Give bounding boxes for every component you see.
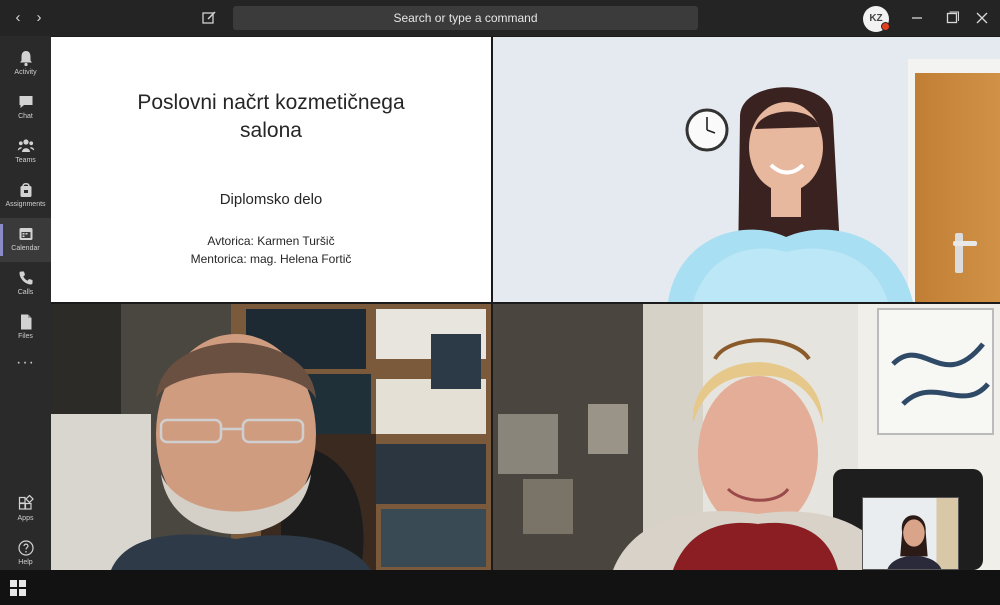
taskbar [0,570,1000,605]
rail-item-chat[interactable]: Chat [0,86,51,130]
close-icon [976,12,988,24]
close-button[interactable] [973,8,991,28]
assignments-icon [20,182,31,197]
rail-item-label: Activity [14,69,37,76]
ellipsis-icon: ··· [16,354,35,371]
video-frame [51,304,491,570]
help-icon [17,540,34,556]
rail-item-label: Apps [17,515,34,522]
maximize-button[interactable] [943,8,961,28]
participant-video-man[interactable] [51,304,491,570]
slide-title: Poslovni načrt kozmetičnega salona [71,89,471,145]
phone-icon [18,271,32,285]
compose-button[interactable] [200,8,218,28]
teams-window: ‹ › Search or type a command KZ Activity [0,0,1000,605]
rail-item-label: Calls [17,289,34,296]
compose-icon [202,11,216,24]
minimize-button[interactable] [908,8,926,28]
rail-item-label: Chat [18,113,33,120]
rail-item-assignments[interactable]: Assignments [0,174,51,218]
slide-title-line-1: Poslovni načrt kozmetičnega [137,91,405,114]
participant-video-woman[interactable] [493,37,1000,302]
shared-presentation-slide[interactable]: Poslovni načrt kozmetičnega salona Diplo… [51,37,491,302]
chevron-left-icon: ‹ [15,9,21,26]
video-frame [493,37,1000,302]
chat-icon [19,96,32,108]
start-button[interactable] [10,580,26,596]
file-icon [20,314,31,330]
app-rail: Activity Chat Teams Assignments Calendar… [0,36,51,570]
slide-subtitle: Diplomsko delo [219,191,323,208]
title-bar: ‹ › Search or type a command KZ [0,0,1000,36]
rail-item-teams[interactable]: Teams [0,130,51,174]
windows-logo-icon [10,580,26,596]
calendar-icon [19,228,32,240]
chevron-right-icon: › [36,9,42,26]
rail-item-activity[interactable]: Activity [0,42,51,86]
video-frame [863,498,958,569]
apps-icon [18,495,34,510]
rail-item-label: Help [18,559,33,566]
rail-item-calendar[interactable]: Calendar [0,218,51,262]
rail-item-apps[interactable]: Apps [0,488,51,532]
maximize-icon [946,11,959,24]
self-view-video[interactable] [862,497,959,570]
more-apps-button[interactable]: ··· [0,354,51,372]
rail-item-label: Calendar [11,245,40,252]
rail-item-label: Teams [15,157,36,164]
slide-author: Avtorica: Karmen Turšič [207,234,335,248]
bell-icon [19,51,32,67]
rail-item-label: Assignments [5,201,46,208]
teams-icon [17,139,34,152]
rail-item-calls[interactable]: Calls [0,262,51,306]
rail-item-label: Files [18,333,33,340]
minimize-icon [912,17,922,19]
slide-title-line-2: salona [240,119,302,142]
search-input[interactable]: Search or type a command [233,6,698,30]
rail-item-files[interactable]: Files [0,306,51,350]
slide-mentor: Mentorica: mag. Helena Fortič [190,252,352,266]
status-badge [881,22,890,31]
forward-button[interactable]: › [30,8,48,28]
back-button[interactable]: ‹ [9,8,27,28]
